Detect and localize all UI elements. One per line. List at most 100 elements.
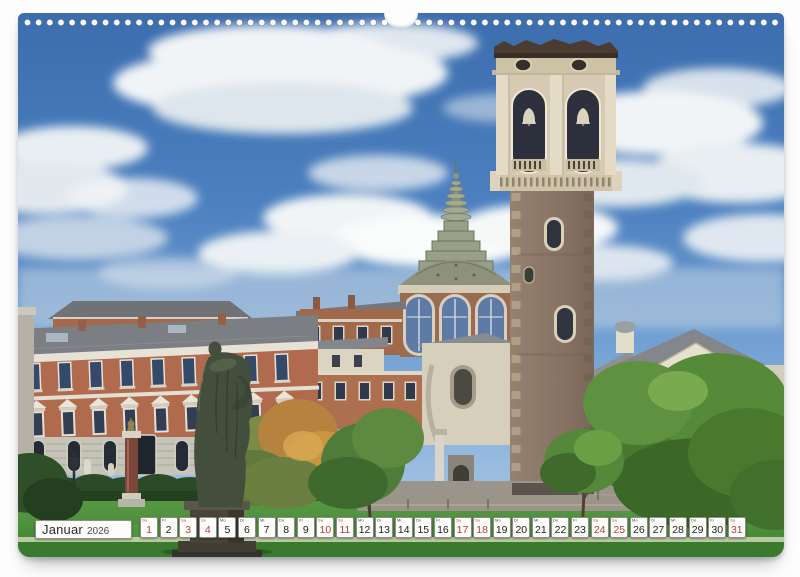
weekday-abbr: Do	[279, 518, 284, 523]
weekday-abbr: Mi	[534, 518, 539, 523]
day-number: 27	[650, 524, 666, 536]
weekday-abbr: Di	[240, 518, 244, 523]
day-number: 21	[533, 524, 549, 536]
day-number: 26	[631, 524, 647, 536]
weekday-abbr: Fr	[573, 518, 577, 523]
day-number: 28	[670, 524, 686, 536]
day-number: 17	[455, 524, 471, 536]
day-number: 9	[298, 524, 314, 536]
day-number: 30	[709, 524, 725, 536]
day-cell: Fr 9	[297, 517, 315, 538]
day-cell: Do 22	[551, 517, 569, 538]
weekday-abbr: Di	[514, 518, 518, 523]
day-cell: So 11	[336, 517, 354, 538]
day-cell: Sa 17	[454, 517, 472, 538]
day-cell: Sa 24	[591, 517, 609, 538]
day-cell: Di 13	[375, 517, 393, 538]
day-number: 16	[435, 524, 451, 536]
day-cell: Mi 7	[258, 517, 276, 538]
calendar-strip: Januar 2026 Do 1 Fr 2 Sa 3	[35, 517, 746, 539]
day-cell: Do 1	[140, 517, 158, 538]
day-cell: Sa 10	[316, 517, 334, 538]
day-number: 12	[357, 524, 373, 536]
weekday-abbr: Do	[142, 518, 147, 523]
day-cells-row: Do 1 Fr 2 Sa 3 So 4	[140, 517, 746, 538]
weekday-abbr: Sa	[730, 518, 735, 523]
day-cell: Fr 23	[571, 517, 589, 538]
day-cell: So 4	[199, 517, 217, 538]
weekday-abbr: So	[475, 518, 480, 523]
day-cell: Mo 19	[493, 517, 511, 538]
day-cell: Do 8	[277, 517, 295, 538]
day-number: 24	[592, 524, 608, 536]
weekday-abbr: Mo	[632, 518, 638, 523]
weekday-abbr: Do	[553, 518, 558, 523]
month-name: Januar	[42, 522, 83, 537]
day-number: 1	[141, 524, 157, 536]
weekday-abbr: Fr	[710, 518, 714, 523]
day-number: 14	[396, 524, 412, 536]
day-number: 20	[513, 524, 529, 536]
day-number: 25	[611, 524, 627, 536]
day-cell: Do 29	[689, 517, 707, 538]
day-number: 19	[494, 524, 510, 536]
month-label-box: Januar 2026	[35, 520, 132, 539]
weekday-abbr: Mi	[671, 518, 676, 523]
weekday-abbr: Mi	[260, 518, 265, 523]
weekday-abbr: So	[201, 518, 206, 523]
calendar-page: Januar 2026 Do 1 Fr 2 Sa 3	[18, 13, 784, 557]
day-number: 4	[200, 524, 216, 536]
day-cell: Di 6	[238, 517, 256, 538]
weekday-abbr: Sa	[456, 518, 461, 523]
weekday-abbr: Sa	[181, 518, 186, 523]
day-cell: Mi 21	[532, 517, 550, 538]
day-number: 18	[474, 524, 490, 536]
turin-cathedral-photo	[18, 13, 784, 557]
day-cell: So 18	[473, 517, 491, 538]
day-number: 7	[259, 524, 275, 536]
day-cell: Do 15	[414, 517, 432, 538]
weekday-abbr: Mo	[220, 518, 226, 523]
day-number: 6	[239, 524, 255, 536]
day-number: 2	[161, 524, 177, 536]
day-cell: So 25	[610, 517, 628, 538]
weekday-abbr: So	[338, 518, 343, 523]
weekday-abbr: Do	[691, 518, 696, 523]
day-number: 3	[180, 524, 196, 536]
weekday-abbr: Do	[416, 518, 421, 523]
lower-grass	[18, 542, 784, 557]
weekday-abbr: Mo	[495, 518, 501, 523]
day-number: 23	[572, 524, 588, 536]
day-number: 22	[552, 524, 568, 536]
day-cell: Sa 3	[179, 517, 197, 538]
day-number: 29	[690, 524, 706, 536]
year-label: 2026	[87, 526, 109, 537]
day-number: 8	[278, 524, 294, 536]
day-cell: Fr 2	[160, 517, 178, 538]
day-cell: Sa 31	[728, 517, 746, 538]
day-cell: Mi 28	[669, 517, 687, 538]
day-number: 13	[376, 524, 392, 536]
weekday-abbr: Fr	[436, 518, 440, 523]
weekday-abbr: Sa	[318, 518, 323, 523]
weekday-abbr: Fr	[299, 518, 303, 523]
day-cell: Di 20	[512, 517, 530, 538]
weekday-abbr: Fr	[162, 518, 166, 523]
weekday-abbr: Mo	[358, 518, 364, 523]
day-number: 10	[317, 524, 333, 536]
day-cell: Mi 14	[395, 517, 413, 538]
weekday-abbr: Di	[377, 518, 381, 523]
weekday-abbr: So	[612, 518, 617, 523]
day-cell: Mo 26	[630, 517, 648, 538]
day-number: 11	[337, 524, 353, 536]
day-number: 15	[415, 524, 431, 536]
day-cell: Di 27	[649, 517, 667, 538]
day-cell: Fr 30	[708, 517, 726, 538]
day-cell: Mo 5	[218, 517, 236, 538]
weekday-abbr: Sa	[593, 518, 598, 523]
day-cell: Mo 12	[356, 517, 374, 538]
day-number: 5	[219, 524, 235, 536]
day-cell: Fr 16	[434, 517, 452, 538]
weekday-abbr: Di	[651, 518, 655, 523]
day-number: 31	[729, 524, 745, 536]
